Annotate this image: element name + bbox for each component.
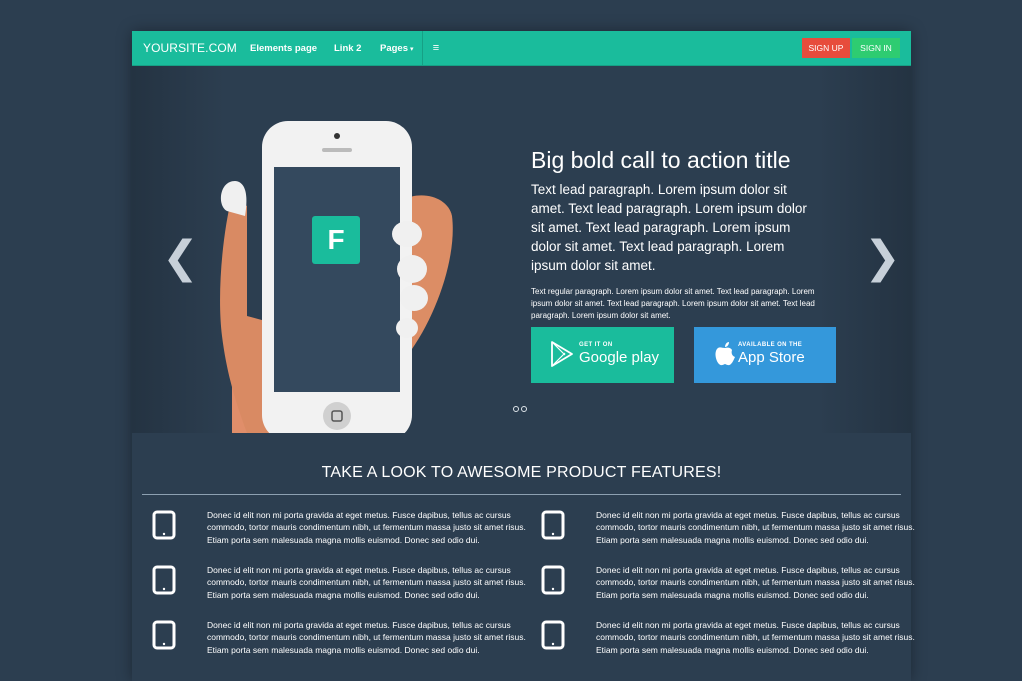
- feature-item: Donec id elit non mi porta gravida at eg…: [152, 564, 527, 601]
- tablet-icon: [541, 510, 565, 540]
- caret-down-icon: ▾: [410, 46, 414, 53]
- carousel-dot[interactable]: [513, 406, 519, 412]
- carousel-next-icon[interactable]: ❯: [864, 236, 901, 280]
- feature-item: Donec id elit non mi porta gravida at eg…: [152, 619, 527, 656]
- nav-link-pages-label: Pages: [380, 43, 408, 54]
- feature-item: Donec id elit non mi porta gravida at eg…: [152, 509, 527, 546]
- google-play-button[interactable]: GET IT ON Google play: [531, 327, 674, 383]
- feature-text: Donec id elit non mi porta gravida at eg…: [596, 620, 915, 655]
- nav-link-elements-page[interactable]: Elements page: [250, 43, 317, 54]
- carousel-dot[interactable]: [521, 406, 527, 412]
- hero-title: Big bold call to action title: [531, 147, 791, 173]
- feature-item: Donec id elit non mi porta gravida at eg…: [541, 509, 916, 546]
- hero-carousel: F ❮ ❯ Big bold call to action title Text…: [132, 66, 911, 433]
- page-container: YOURSITE.COM Elements page Link 2 Pages ▾…: [132, 31, 915, 681]
- tablet-icon: [541, 565, 565, 595]
- feature-item: Donec id elit non mi porta gravida at eg…: [541, 619, 916, 656]
- app-store-button[interactable]: AVAILABLE ON THE App Store: [694, 327, 836, 383]
- tablet-icon: [152, 565, 176, 595]
- tablet-icon: [152, 620, 176, 650]
- nav-link-link-2[interactable]: Link 2: [334, 43, 361, 54]
- app-icon-letter: F: [327, 224, 345, 255]
- feature-text: Donec id elit non mi porta gravida at eg…: [207, 510, 526, 545]
- app-store-label: App Store: [738, 349, 805, 366]
- sign-in-button[interactable]: SIGN IN: [852, 38, 900, 58]
- apple-icon: [715, 342, 735, 366]
- feature-text: Donec id elit non mi porta gravida at eg…: [596, 510, 915, 545]
- nav-divider: [422, 31, 423, 66]
- carousel-prev-icon[interactable]: ❮: [162, 236, 199, 280]
- hero-regular-paragraph: Text regular paragraph. Lorem ipsum dolo…: [531, 287, 815, 320]
- hamburger-icon[interactable]: ≡: [430, 41, 442, 55]
- features-divider: [142, 494, 901, 495]
- navbar: YOURSITE.COM Elements page Link 2 Pages ▾…: [132, 31, 911, 66]
- google-play-small-label: GET IT ON: [579, 342, 613, 348]
- feature-text: Donec id elit non mi porta gravida at eg…: [207, 565, 526, 600]
- feature-text: Donec id elit non mi porta gravida at eg…: [207, 620, 526, 655]
- brand-logo[interactable]: YOURSITE.COM: [143, 41, 237, 55]
- nav-link-pages[interactable]: Pages ▾: [380, 43, 414, 54]
- carousel-indicators: [513, 399, 529, 417]
- feature-item: Donec id elit non mi porta gravida at eg…: [541, 564, 916, 601]
- feature-text: Donec id elit non mi porta gravida at eg…: [596, 565, 915, 600]
- google-play-label: Google play: [579, 349, 660, 366]
- tablet-icon: [152, 510, 176, 540]
- google-play-icon: [551, 341, 573, 367]
- tablet-icon: [541, 620, 565, 650]
- hero-lead-paragraph: Text lead paragraph. Lorem ipsum dolor s…: [531, 182, 807, 273]
- features-title: TAKE A LOOK TO AWESOME PRODUCT FEATURES!: [321, 464, 722, 481]
- app-store-small-label: AVAILABLE ON THE: [738, 342, 803, 348]
- sign-up-button[interactable]: SIGN UP: [802, 38, 850, 58]
